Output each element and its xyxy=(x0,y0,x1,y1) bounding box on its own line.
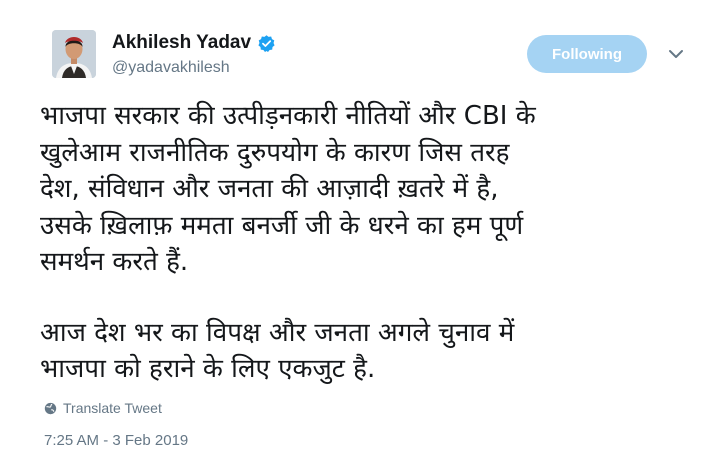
tweet-header: Akhilesh Yadav @yadavakhilesh Following xyxy=(52,28,692,84)
chevron-down-icon[interactable] xyxy=(666,44,686,64)
author-name-row: Akhilesh Yadav xyxy=(112,30,276,56)
translate-tweet-link[interactable]: Translate Tweet xyxy=(44,400,162,416)
tweet-paragraph: आज देश भर का विपक्ष और जनता अगले चुनाव म… xyxy=(40,317,515,385)
author-block: Akhilesh Yadav @yadavakhilesh xyxy=(112,30,276,77)
author-name[interactable]: Akhilesh Yadav xyxy=(112,32,251,54)
globe-icon xyxy=(44,402,57,414)
avatar[interactable] xyxy=(52,30,96,78)
tweet-paragraph: भाजपा सरकार की उत्पीड़नकारी नीतियों और C… xyxy=(40,101,536,277)
verified-badge-icon xyxy=(257,34,276,53)
author-handle[interactable]: @yadavakhilesh xyxy=(112,59,276,77)
translate-tweet-label: Translate Tweet xyxy=(63,400,162,416)
tweet-text: भाजपा सरकार की उत्पीड़नकारी नीतियों और C… xyxy=(40,98,690,388)
tweet-timestamp[interactable]: 7:25 AM - 3 Feb 2019 xyxy=(44,432,188,449)
tweet-card: Akhilesh Yadav @yadavakhilesh Following … xyxy=(0,0,720,463)
following-button[interactable]: Following xyxy=(527,35,647,73)
